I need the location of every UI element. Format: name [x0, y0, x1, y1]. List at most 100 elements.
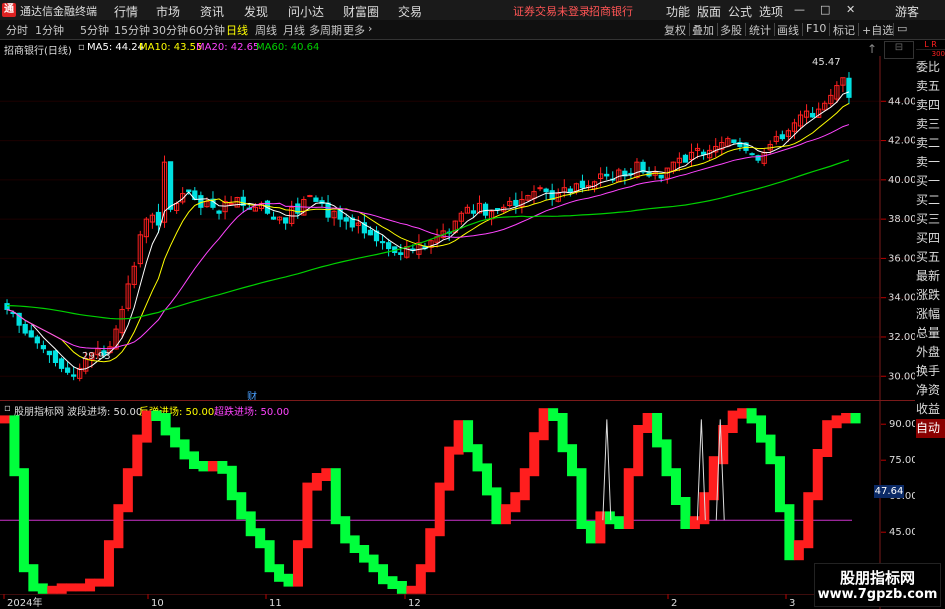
indicator-segment [557, 413, 568, 453]
indicator-segment [189, 451, 200, 469]
close-icon[interactable]: ✕ [846, 3, 855, 16]
candle-body [228, 202, 234, 205]
window-icon[interactable]: ▭ [897, 22, 907, 35]
chevron-right-icon[interactable]: › [368, 22, 372, 35]
indicator-segment [434, 482, 445, 537]
indicator-segment [425, 528, 436, 573]
indicator-segment [585, 521, 596, 544]
login-status[interactable]: 证券交易未登录 [513, 3, 590, 19]
minimize-icon[interactable]: — [794, 3, 805, 16]
sidebar-item-19[interactable]: 自动 [916, 419, 945, 438]
period-15min[interactable]: 15分钟 [114, 22, 150, 38]
candle-body [167, 161, 174, 210]
sidebar-item-18[interactable]: 收益 [916, 400, 945, 419]
menu-bar: 通 通达信金融终端 行情 市场 资讯 发现 问小达 财富圈 交易 证券交易未登录… [0, 0, 945, 21]
period-multi[interactable]: 多周期 [309, 22, 342, 38]
date-tick-label: 2024年 [7, 596, 42, 609]
tool-diejia[interactable]: 叠加 [692, 22, 714, 38]
period-monthly[interactable]: 月线 [283, 22, 305, 38]
indicator-segment [614, 516, 625, 529]
indicator-segment [538, 408, 549, 441]
price-tick-label: 44.00 [888, 96, 915, 107]
period-60min[interactable]: 60分钟 [189, 22, 225, 38]
menu-zixun[interactable]: 资讯 [200, 3, 224, 20]
menu-caifuquan[interactable]: 财富圈 [343, 3, 379, 20]
period-5min[interactable]: 5分钟 [80, 22, 109, 38]
sidebar-item-14[interactable]: 总量 [916, 324, 945, 343]
sidebar-item-1[interactable]: 卖五 [916, 77, 945, 96]
sidebar-item-10[interactable]: 买五 [916, 248, 945, 267]
candle-body [398, 252, 404, 255]
sidebar-item-13[interactable]: 涨幅 [916, 305, 945, 324]
sidebar-item-8[interactable]: 买三 [916, 210, 945, 229]
high-annotation: 45.47 [812, 57, 841, 68]
menu-gongneng[interactable]: 功能 [666, 3, 690, 20]
menu-xuanxiang[interactable]: 选项 [759, 3, 783, 20]
period-weekly[interactable]: 周线 [255, 22, 277, 38]
divider [774, 23, 775, 36]
price-tick-label: 32.00 [888, 332, 915, 343]
guest-label[interactable]: 游客 [895, 3, 919, 20]
menu-hangqing[interactable]: 行情 [114, 3, 138, 20]
sidebar-item-5[interactable]: 卖一 [916, 153, 945, 172]
indicator-segment [274, 564, 285, 582]
menu-banmian[interactable]: 版面 [697, 3, 721, 20]
tool-duogu[interactable]: 多股 [720, 22, 742, 38]
candle-body [270, 216, 277, 220]
sidebar-item-7[interactable]: 买二 [916, 191, 945, 210]
sidebar-item-3[interactable]: 卖三 [916, 115, 945, 134]
ma5-line [6, 91, 850, 371]
ma60-label: MA60: 40.64 [256, 42, 320, 53]
chart-settings-icon[interactable]: ▫ [78, 42, 85, 53]
sidebar-item-4[interactable]: 卖二 [916, 134, 945, 153]
period-daily[interactable]: 日线 [226, 22, 248, 38]
candlestick-chart[interactable]: 30.00 32.00 34.00 36.00 38.00 40.00 42.00 44.00 [0, 56, 915, 401]
sidebar-item-9[interactable]: 买四 [916, 229, 945, 248]
sidebar-item-17[interactable]: 净资 [916, 381, 945, 400]
watermark: 股朋指标网 www.7gpzb.com [814, 563, 941, 607]
divider [829, 23, 830, 36]
candle-body [283, 217, 289, 224]
candle-body [495, 208, 501, 211]
tool-fuquan[interactable]: 复权 [664, 22, 686, 38]
indicator-segment [595, 511, 606, 544]
period-fenshi[interactable]: 分时 [6, 22, 28, 38]
maximize-icon[interactable]: □ [820, 3, 830, 16]
menu-wenxiaoda[interactable]: 问小达 [288, 3, 324, 20]
sidebar-item-11[interactable]: 最新 [916, 267, 945, 286]
indicator-segment [444, 446, 455, 491]
sidebar-item-6[interactable]: 买一 [916, 172, 945, 191]
indicator-chart[interactable]: 30.0045.0060.0075.0090.00 [0, 401, 915, 609]
indicator-segment [113, 504, 124, 549]
tool-huaxian[interactable]: 画线 [777, 22, 799, 38]
ma5-label: MA5: 44.24 [87, 42, 145, 53]
menu-faxian[interactable]: 发现 [244, 3, 268, 20]
menu-jiaoyi[interactable]: 交易 [398, 3, 422, 20]
sidebar-item-12[interactable]: 涨跌 [916, 286, 945, 305]
indicator-segment [604, 511, 615, 525]
tool-tongji[interactable]: 统计 [749, 22, 771, 38]
sidebar-item-0[interactable]: 委比 [916, 58, 945, 77]
sidebar-item-16[interactable]: 换手 [916, 362, 945, 381]
tool-add-favorite[interactable]: +自选 [862, 22, 893, 38]
indicator-segment [170, 427, 181, 448]
divider [893, 23, 894, 36]
indicator-segment [774, 456, 785, 513]
menu-gongshi[interactable]: 公式 [728, 3, 752, 20]
sidebar-item-2[interactable]: 卖四 [916, 96, 945, 115]
divider [745, 23, 746, 36]
tool-f10[interactable]: F10 [806, 22, 826, 35]
indicator-segment [652, 413, 663, 448]
mode-indicator[interactable]: L R [916, 40, 945, 50]
period-1min[interactable]: 1分钟 [35, 22, 64, 38]
tool-biaoji[interactable]: 标记 [833, 22, 855, 38]
indicator-bars [0, 408, 861, 594]
period-30min[interactable]: 30分钟 [152, 22, 188, 38]
menu-shichang[interactable]: 市场 [156, 3, 180, 20]
collapse-icon[interactable]: ↑ [867, 42, 877, 56]
sidebar-item-15[interactable]: 外盘 [916, 343, 945, 362]
indicator-segment [226, 465, 237, 501]
indicator-segment [122, 468, 133, 513]
candle-body [604, 173, 610, 177]
period-more[interactable]: 更多 [343, 22, 365, 38]
